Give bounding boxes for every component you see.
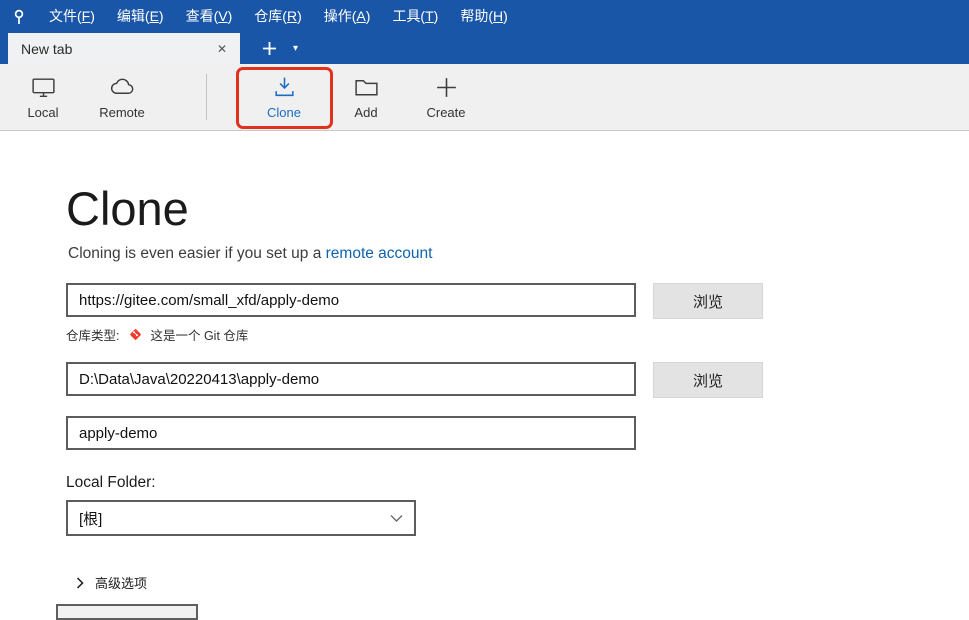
menu-edit[interactable]: 编辑(E) [106,0,175,33]
tab-bar: New tab ✕ ▾ [0,33,969,64]
advanced-options-label: 高级选项 [95,573,147,592]
menu-view[interactable]: 查看(V) [175,0,244,33]
menu-help[interactable]: 帮助(H) [449,0,518,33]
source-url-input[interactable] [66,283,636,317]
remote-label: Remote [99,105,145,120]
app-logo-icon [0,8,38,26]
plus-icon [262,41,277,56]
destination-path-input[interactable] [66,362,636,396]
tab-new-tab[interactable]: New tab ✕ [8,33,240,64]
menu-tools[interactable]: 工具(T) [381,0,449,33]
local-button[interactable]: Local [14,70,72,125]
monitor-icon [30,74,57,101]
tab-list-caret-icon[interactable]: ▾ [283,33,308,64]
remote-account-link[interactable]: remote account [326,245,433,262]
local-label: Local [27,105,58,120]
bookmark-name-input[interactable] [66,416,636,450]
add-label: Add [354,105,377,120]
cloud-icon [109,74,136,101]
clone-action-button-partial[interactable] [56,604,198,620]
destination-row: 浏览 [66,362,969,398]
local-folder-label: Local Folder: [66,474,969,492]
page-title: Clone [66,181,969,236]
chevron-down-icon [390,514,403,523]
menu-repository[interactable]: 仓库(R) [243,0,312,33]
subtitle-text: Cloning is even easier if you set up a [68,245,326,262]
new-tab-button[interactable] [256,33,283,64]
clone-download-icon [271,74,298,101]
add-button[interactable]: Add [340,70,392,125]
menu-file[interactable]: 文件(F) [38,0,106,33]
clone-panel: Clone Cloning is even easier if you set … [0,181,969,592]
local-folder-dropdown[interactable]: [根] [66,500,416,536]
tab-label: New tab [21,41,72,57]
menu-bar: 文件(F) 编辑(E) 查看(V) 仓库(R) 操作(A) 工具(T) 帮助(H… [0,0,969,33]
toolbar: Local Remote Clone Add Create [0,64,969,131]
source-url-row: 浏览 [66,283,969,319]
create-button[interactable]: Create [416,70,476,125]
clone-button[interactable]: Clone [252,70,316,125]
remote-button[interactable]: Remote [90,70,154,125]
chevron-right-icon [76,577,84,589]
browse-source-button[interactable]: 浏览 [653,283,763,319]
folder-icon [353,74,380,101]
tab-close-icon[interactable]: ✕ [214,42,230,56]
repo-type-row: 仓库类型: 这是一个 Git 仓库 [66,325,969,344]
toolbar-separator [206,74,207,120]
clone-label: Clone [267,105,301,120]
advanced-options-toggle[interactable]: 高级选项 [76,573,969,592]
name-row [66,416,969,450]
local-folder-value: [根] [79,508,102,529]
plus-icon [433,74,460,101]
git-icon [128,327,143,342]
subtitle: Cloning is even easier if you set up a r… [68,245,969,263]
menu-actions[interactable]: 操作(A) [313,0,382,33]
repo-type-label: 仓库类型: [66,325,119,344]
repo-type-value: 这是一个 Git 仓库 [150,325,248,344]
create-label: Create [426,105,465,120]
browse-destination-button[interactable]: 浏览 [653,362,763,398]
